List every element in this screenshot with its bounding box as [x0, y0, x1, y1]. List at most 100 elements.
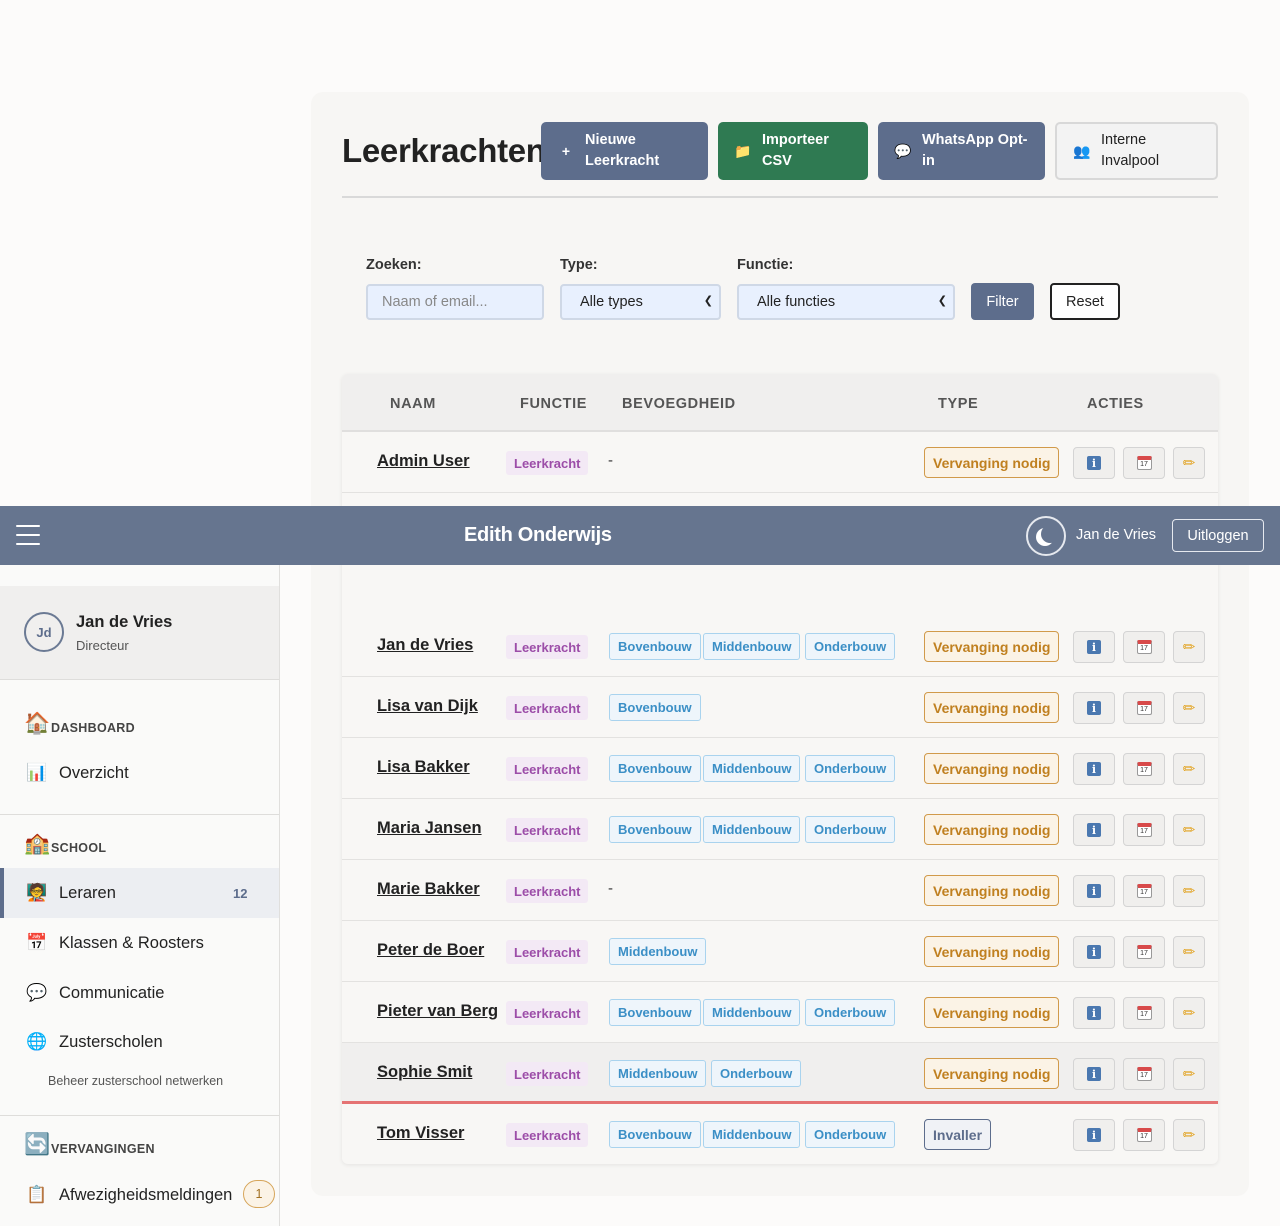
whatsapp-optin-button[interactable]: 💬 WhatsApp Opt-in [878, 122, 1045, 180]
sidebar-item-zusterscholen[interactable]: 🌐 Zusterscholen [0, 1017, 279, 1067]
type-badge: Vervanging nodig [924, 447, 1060, 478]
info-icon: i [1087, 456, 1101, 470]
sidebar-item-communicatie[interactable]: 💬 Communicatie [0, 968, 279, 1018]
functie-badge: Leerkracht [506, 818, 589, 842]
hamburger-menu-icon[interactable] [16, 525, 40, 545]
filter-button[interactable]: Filter [971, 283, 1034, 320]
teacher-name-link[interactable]: Maria Jansen [377, 819, 482, 838]
info-icon: i [1087, 1128, 1101, 1142]
teacher-name-link[interactable]: Peter de Boer [377, 941, 484, 960]
teacher-name-link[interactable]: Lisa Bakker [377, 758, 470, 777]
teacher-name-link[interactable]: Lisa van Dijk [377, 697, 478, 716]
bevoegdheid-empty: - [608, 452, 613, 469]
schedule-button[interactable]: 17 [1123, 997, 1165, 1029]
calendar-icon: 17 [1136, 945, 1152, 959]
edit-button[interactable]: ✏ [1173, 1119, 1205, 1151]
schedule-button[interactable]: 17 [1123, 936, 1165, 968]
column-header-type[interactable]: TYPE [938, 396, 978, 412]
info-icon: i [1087, 823, 1101, 837]
schedule-button[interactable]: 17 [1123, 814, 1165, 846]
sidebar-divider [0, 679, 279, 680]
info-icon: i [1087, 1006, 1101, 1020]
table-row: Lisa Bakker Leerkracht Bovenbouw Middenbouw… [342, 738, 1218, 799]
internal-pool-label: Interne Invalpool [1101, 132, 1160, 169]
teacher-name-link[interactable]: Admin User [377, 452, 470, 471]
info-button[interactable]: i [1073, 1058, 1115, 1090]
info-button[interactable]: i [1073, 814, 1115, 846]
edit-button[interactable]: ✏ [1173, 814, 1205, 846]
sidebar-item-label: Leraren [59, 883, 116, 902]
info-button[interactable]: i [1073, 1119, 1115, 1151]
chevron-down-icon: ❮ [703, 295, 713, 307]
edit-button[interactable]: ✏ [1173, 753, 1205, 785]
functie-badge: Leerkracht [506, 1062, 589, 1086]
calendar-icon: 17 [1136, 823, 1152, 837]
type-select[interactable]: Alle types ❮ [560, 284, 721, 320]
edit-button[interactable]: ✏ [1173, 447, 1205, 479]
table-row: Tom Visser Leerkracht Bovenbouw Middenbouw O… [342, 1104, 1218, 1164]
schedule-button[interactable]: 17 [1123, 631, 1165, 663]
bevoegdheid-empty: - [608, 880, 613, 897]
section-school: 🏫 SCHOOL [24, 833, 106, 856]
import-csv-button[interactable]: 📁 Importeer CSV [718, 122, 868, 180]
column-header-naam[interactable]: NAAM [390, 396, 436, 412]
info-button[interactable]: i [1073, 997, 1115, 1029]
sidebar-divider [0, 1115, 279, 1116]
navbar-username: Jan de Vries [1076, 527, 1157, 543]
bevoegdheid-badge: Onderbouw [805, 1121, 896, 1148]
info-icon: i [1087, 701, 1101, 715]
edit-button[interactable]: ✏ [1173, 692, 1205, 724]
schedule-button[interactable]: 17 [1123, 875, 1165, 907]
brand-title[interactable]: Edith Onderwijs [464, 524, 612, 547]
bevoegdheid-badge: Bovenbouw [609, 633, 701, 660]
info-button[interactable]: i [1073, 936, 1115, 968]
functie-badge: Leerkracht [506, 879, 589, 903]
info-button[interactable]: i [1073, 447, 1115, 479]
teacher-name-link[interactable]: Tom Visser [377, 1124, 464, 1143]
new-teacher-button[interactable]: + Nieuwe Leerkracht [541, 122, 708, 180]
sidebar-item-klassen[interactable]: 📅 Klassen & Roosters [0, 918, 279, 968]
teacher-name-link[interactable]: Jan de Vries [377, 636, 473, 655]
import-csv-label: Importeer CSV [762, 132, 829, 169]
page-title: Leerkrachten [342, 132, 546, 169]
teacher-name-link[interactable]: Pieter van Berg [377, 1002, 498, 1021]
edit-button[interactable]: ✏ [1173, 936, 1205, 968]
edit-button[interactable]: ✏ [1173, 997, 1205, 1029]
dark-mode-toggle[interactable] [1026, 516, 1066, 556]
info-button[interactable]: i [1073, 692, 1115, 724]
info-icon: i [1087, 640, 1101, 654]
schedule-button[interactable]: 17 [1123, 692, 1165, 724]
people-icon: 👥 [1073, 142, 1091, 159]
teacher-name-link[interactable]: Sophie Smit [377, 1063, 472, 1082]
schedule-button[interactable]: 17 [1123, 753, 1165, 785]
sidebar-item-leraren[interactable]: 🧑‍🏫 Leraren 12 [0, 868, 279, 918]
info-button[interactable]: i [1073, 875, 1115, 907]
internal-pool-button[interactable]: 👥 Interne Invalpool [1055, 122, 1218, 180]
whatsapp-optin-label: WhatsApp Opt-in [922, 132, 1028, 169]
info-button[interactable]: i [1073, 631, 1115, 663]
schedule-button[interactable]: 17 [1123, 447, 1165, 479]
sidebar: Jd Jan de Vries Directeur 🏠 DASHBOARD 📊 … [0, 565, 280, 1226]
schedule-button[interactable]: 17 [1123, 1058, 1165, 1090]
logout-button[interactable]: Uitloggen [1172, 519, 1264, 552]
search-input[interactable]: Naam of email... [366, 284, 544, 320]
edit-button[interactable]: ✏ [1173, 875, 1205, 907]
schedule-button[interactable]: 17 [1123, 1119, 1165, 1151]
sidebar-item-overzicht[interactable]: 📊 Overzicht [0, 748, 279, 798]
sidebar-item-afwezigheid[interactable]: 📋 Afwezigheidsmeldingen [0, 1170, 279, 1220]
type-badge: Vervanging nodig [924, 875, 1060, 906]
edit-button[interactable]: ✏ [1173, 631, 1205, 663]
info-button[interactable]: i [1073, 753, 1115, 785]
bevoegdheid-badge: Onderbouw [805, 633, 896, 660]
teacher-name-link[interactable]: Marie Bakker [377, 880, 480, 899]
column-header-functie[interactable]: FUNCTIE [520, 396, 587, 412]
edit-button[interactable]: ✏ [1173, 1058, 1205, 1090]
functie-select[interactable]: Alle functies ❮ [737, 284, 955, 320]
bevoegdheid-badge: Onderbouw [711, 1060, 802, 1087]
section-dashboard-label: DASHBOARD [51, 721, 135, 735]
bevoegdheid-badge: Middenbouw [609, 1060, 707, 1087]
new-teacher-label: Nieuwe Leerkracht [585, 132, 660, 169]
column-header-bevoegdheid[interactable]: BEVOEGDHEID [622, 396, 736, 412]
clipboard-icon: 📋 [26, 1185, 48, 1204]
reset-button[interactable]: Reset [1050, 283, 1120, 320]
